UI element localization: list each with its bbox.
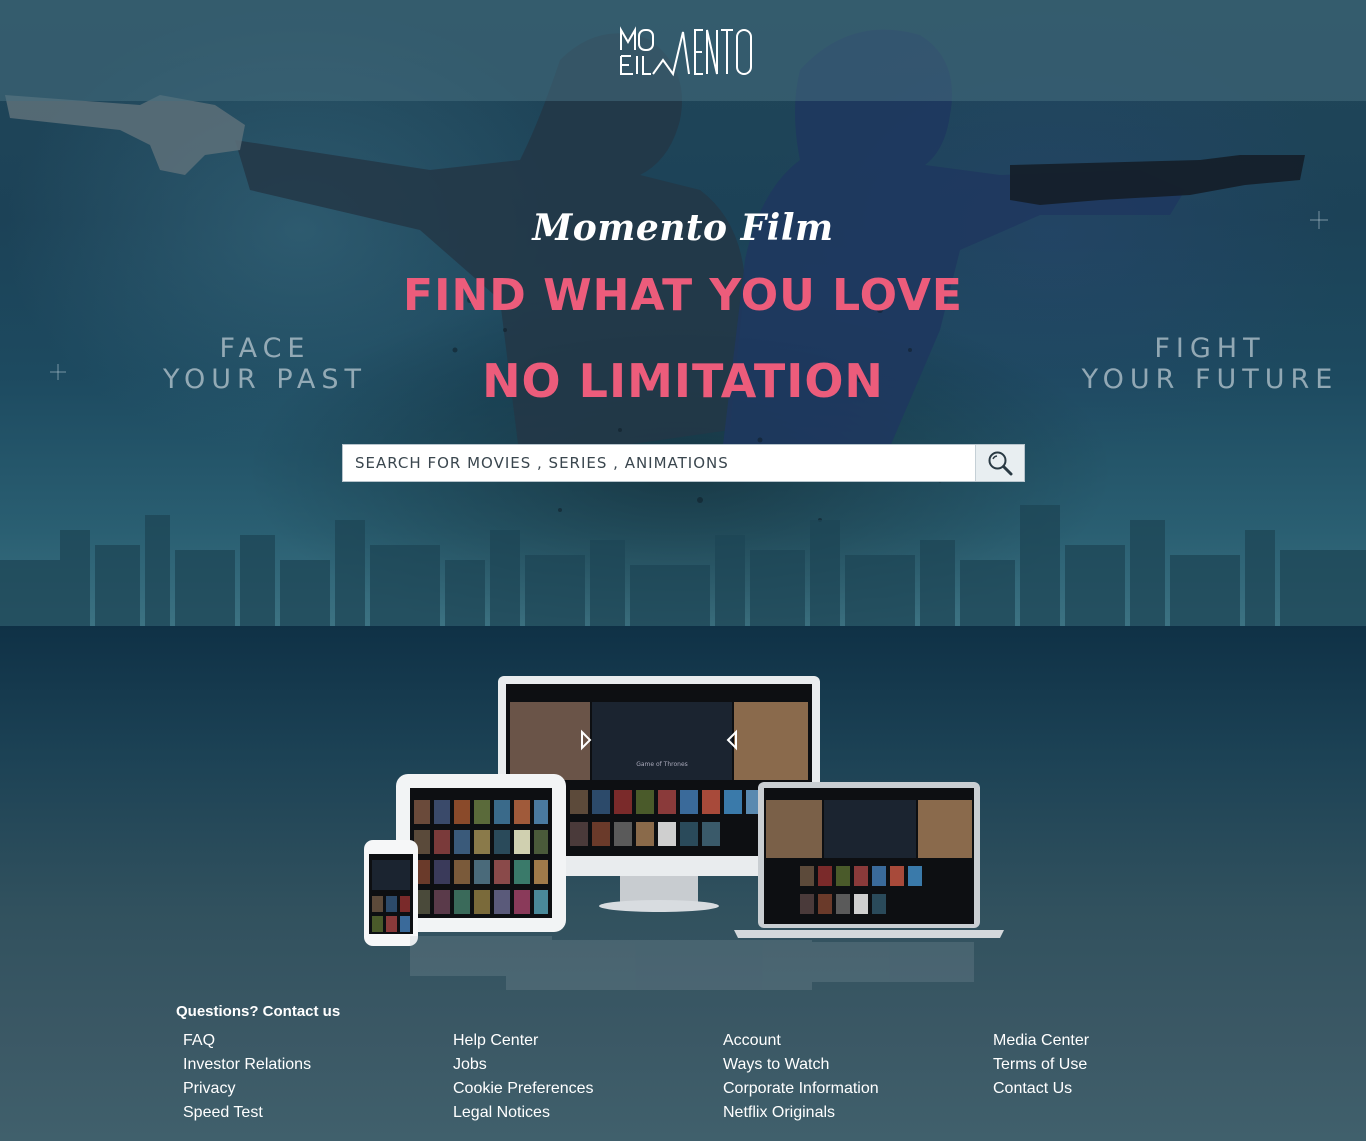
search-icon: [988, 451, 1013, 476]
footer-link-speed-test[interactable]: Speed Test: [183, 1103, 443, 1127]
screen-title: Game of Thrones: [636, 761, 688, 768]
footer-column-1: FAQ Investor Relations Privacy Speed Tes…: [183, 1031, 443, 1127]
footer-link-cookie-preferences[interactable]: Cookie Preferences: [453, 1079, 713, 1103]
footer-link-ways-to-watch[interactable]: Ways to Watch: [723, 1055, 983, 1079]
footer-link-netflix-originals[interactable]: Netflix Originals: [723, 1103, 983, 1127]
footer-column-4: Media Center Terms of Use Contact Us: [993, 1031, 1253, 1103]
footer-link-legal-notices[interactable]: Legal Notices: [453, 1103, 713, 1127]
search-form: [342, 444, 1025, 482]
footer-link-privacy[interactable]: Privacy: [183, 1079, 443, 1103]
footer-link-faq[interactable]: FAQ: [183, 1031, 443, 1055]
tablet: [396, 774, 566, 932]
footer-link-media-center[interactable]: Media Center: [993, 1031, 1253, 1055]
brand-title: Momento Film: [532, 207, 834, 249]
footer-link-corporate-information[interactable]: Corporate Information: [723, 1079, 983, 1103]
tagline-right-line1: FIGHT: [1154, 333, 1266, 364]
footer-link-investor-relations[interactable]: Investor Relations: [183, 1055, 443, 1079]
laptop: [734, 782, 1004, 938]
search-button[interactable]: [975, 445, 1024, 481]
headline-primary: FIND WHAT YOU LOVE: [403, 270, 963, 321]
footer-column-2: Help Center Jobs Cookie Preferences Lega…: [453, 1031, 713, 1127]
footer-heading: Questions? Contact us: [176, 1003, 341, 1020]
footer-link-account[interactable]: Account: [723, 1031, 983, 1055]
footer-link-jobs[interactable]: Jobs: [453, 1055, 713, 1079]
devices-illustration: Game of Thrones: [364, 676, 1004, 990]
footer-column-3: Account Ways to Watch Corporate Informat…: [723, 1031, 983, 1127]
momento-film-logo[interactable]: [617, 22, 757, 80]
footer-link-terms-of-use[interactable]: Terms of Use: [993, 1055, 1253, 1079]
hero-banner: FACE YOUR PAST FIGHT YOUR FUTURE Momento…: [0, 0, 1366, 626]
tagline-right-line2: YOUR FUTURE: [1081, 364, 1339, 395]
footer-link-contact-us[interactable]: Contact Us: [993, 1079, 1253, 1103]
tagline-right: FIGHT YOUR FUTURE: [1060, 333, 1360, 395]
phone: [364, 840, 418, 946]
search-input[interactable]: [343, 445, 975, 481]
headline-secondary: NO LIMITATION: [482, 354, 884, 408]
footer-link-help-center[interactable]: Help Center: [453, 1031, 713, 1055]
